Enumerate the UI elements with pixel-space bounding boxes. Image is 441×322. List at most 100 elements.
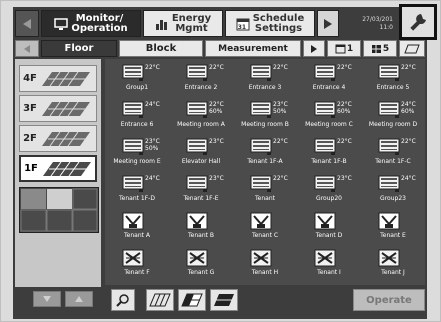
ventilation-unit-icon	[186, 249, 208, 267]
indoor-unit-icon	[378, 175, 400, 193]
unit-name: Meeting room D	[368, 121, 418, 128]
unit-name: Entrance 6	[120, 121, 154, 128]
unit-cell[interactable]: 22°C Entrance 4	[297, 61, 361, 97]
unit-temperature: 22°C	[401, 64, 416, 71]
ventilation-unit-icon	[378, 249, 400, 267]
unit-cell[interactable]: Tenant I	[297, 246, 361, 282]
unit-cell[interactable]: 23°C Group20	[297, 172, 361, 208]
unit-cell[interactable]: 23°C 50% Meeting room E	[105, 135, 169, 171]
floor-plate-icon	[42, 131, 90, 146]
operate-button[interactable]: Operate	[353, 289, 425, 311]
schedule-settings-button[interactable]: 31 Schedule Settings	[225, 10, 315, 37]
unit-cell[interactable]: 23°C Tenant 1F-E	[169, 172, 233, 208]
unit-cell[interactable]: Tenant B	[169, 209, 233, 245]
energy-mgmt-button[interactable]: Energy Mgmt	[143, 10, 223, 37]
next-button[interactable]	[317, 10, 339, 37]
unit-humidity: 50%	[145, 145, 159, 152]
select-none-button[interactable]	[146, 289, 174, 311]
unit-cell[interactable]: 24°C Tenant 1F-D	[105, 172, 169, 208]
unit-temperature: 24°C	[145, 101, 160, 108]
unit-name: Tenant 1F-D	[119, 195, 155, 202]
unit-cell[interactable]: 22°C Entrance 2	[169, 61, 233, 97]
floor-button-3f[interactable]: 3F	[19, 95, 97, 122]
unit-temperature: 23°C	[209, 175, 224, 182]
indoor-unit-icon	[250, 175, 272, 193]
unit-cell[interactable]: Tenant C	[233, 209, 297, 245]
monitor-icon	[54, 17, 69, 30]
unit-cell[interactable]: 22°C Tenant 1F-B	[297, 135, 361, 171]
unit-humidity: 60%	[209, 108, 223, 115]
unit-name: Tenant H	[251, 269, 279, 276]
unit-cell[interactable]: Tenant F	[105, 246, 169, 282]
unit-temperature: 23°C	[145, 138, 160, 145]
indoor-unit-icon	[314, 175, 336, 193]
unit-name: Entrance 5	[376, 84, 410, 91]
unit-cell[interactable]: 23°C Elevator Hall	[169, 135, 233, 171]
unit-cell[interactable]: Tenant G	[169, 246, 233, 282]
unit-name: Tenant G	[187, 269, 215, 276]
energy-mgmt-label: Energy Mgmt	[171, 12, 212, 34]
unit-cell[interactable]: 22°C Tenant 1F-C	[361, 135, 425, 171]
indoor-unit-icon	[250, 101, 272, 119]
unit-temperature: 22°C	[209, 101, 224, 108]
lossnay-unit-icon	[122, 212, 144, 230]
unit-name: Tenant	[255, 195, 275, 202]
unit-cell[interactable]: Tenant H	[233, 246, 297, 282]
floor-layout-preview[interactable]	[19, 187, 99, 233]
unit-name: Tenant 1F-C	[375, 158, 411, 165]
floor-button-4f[interactable]: 4F	[19, 65, 97, 92]
unit-temperature: 22°C	[145, 64, 160, 71]
unit-name: Tenant J	[381, 269, 405, 276]
tab-floor[interactable]: Floor	[41, 40, 117, 57]
unit-cell[interactable]: 22°C 60% Meeting room A	[169, 98, 233, 134]
scroll-up-button[interactable]	[65, 291, 93, 307]
select-all-button[interactable]	[210, 289, 238, 311]
unit-cell[interactable]: Tenant D	[297, 209, 361, 245]
unit-cell[interactable]: 23°C 50% Meeting room B	[233, 98, 297, 134]
tab-block[interactable]: Block	[119, 40, 203, 57]
page-back-button[interactable]	[15, 40, 39, 57]
calendar-count-button[interactable]: 1	[327, 40, 361, 57]
unit-temperature: 22°C	[273, 64, 288, 71]
unit-cell[interactable]: 22°C Entrance 5	[361, 61, 425, 97]
unit-cell[interactable]: Tenant A	[105, 209, 169, 245]
unit-cell[interactable]: Tenant J	[361, 246, 425, 282]
unit-cell[interactable]: 24°C Group23	[361, 172, 425, 208]
floor-selector-panel: 4F 3F 2F 1F	[15, 59, 101, 287]
floor-plate-icon	[42, 101, 90, 116]
select-block-button[interactable]	[178, 289, 206, 311]
unit-grid: 22°C Group1 22°C Entrance 2 22°C Entrance 3 22…	[105, 59, 425, 285]
unit-cell[interactable]: 22°C 60% Meeting room C	[297, 98, 361, 134]
floor-button-2f[interactable]: 2F	[19, 125, 97, 152]
floor-button-1f[interactable]: 1F	[19, 155, 97, 182]
unit-cell[interactable]: 22°C Tenant	[233, 172, 297, 208]
unit-humidity: 60%	[401, 108, 415, 115]
zoom-button[interactable]	[111, 289, 135, 311]
maintenance-button[interactable]	[399, 4, 437, 40]
ventilation-unit-icon	[250, 249, 272, 267]
tab-next-button[interactable]	[303, 40, 325, 57]
unit-cell[interactable]: 22°C Tenant 1F-A	[233, 135, 297, 171]
scroll-down-button[interactable]	[33, 291, 61, 307]
bar-chart-icon	[155, 19, 167, 30]
unit-cell[interactable]: 22°C Entrance 3	[233, 61, 297, 97]
unit-temperature: 22°C	[209, 64, 224, 71]
monitor-operation-button[interactable]: Monitor/ Operation	[41, 10, 141, 37]
indoor-unit-icon	[186, 101, 208, 119]
tab-measurement[interactable]: Measurement	[205, 40, 301, 57]
unit-cell[interactable]: Tenant E	[361, 209, 425, 245]
wrench-icon	[410, 14, 426, 31]
unit-temperature: 22°C	[273, 138, 288, 145]
lossnay-unit-icon	[378, 212, 400, 230]
clock-time: 11:0	[379, 23, 393, 31]
unit-cell[interactable]: 24°C 60% Meeting room D	[361, 98, 425, 134]
grid-count-button[interactable]: 5	[363, 40, 397, 57]
unit-name: Tenant B	[188, 232, 214, 239]
floor-layout-button[interactable]	[399, 40, 425, 57]
unit-cell[interactable]: 24°C Entrance 6	[105, 98, 169, 134]
back-button[interactable]	[15, 10, 39, 37]
indoor-unit-icon	[250, 64, 272, 82]
indoor-unit-icon	[314, 138, 336, 156]
unit-cell[interactable]: 22°C Group1	[105, 61, 169, 97]
unit-name: Group1	[125, 84, 149, 91]
